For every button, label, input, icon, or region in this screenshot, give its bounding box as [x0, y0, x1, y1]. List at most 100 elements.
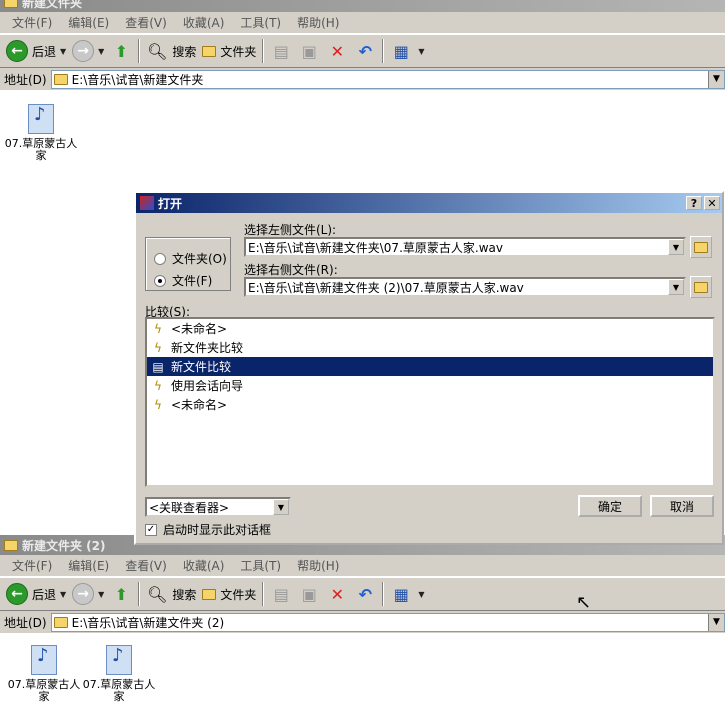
menu-tools[interactable]: 工具(T)	[232, 14, 289, 31]
toolbar: ← 后退 ▼ → ▼ ⬆ 🔍︎ 搜索 文件夹 ▤ ▣ ✕ ↶ ▦ ▼	[0, 34, 725, 68]
forward-button[interactable]: → ▼	[72, 40, 104, 62]
lightning-icon: ϟ	[154, 321, 162, 336]
file-item[interactable]: 07.草原蒙古人家	[3, 104, 79, 162]
back-label: 后退	[32, 587, 57, 602]
menu-view[interactable]: 查看(V)	[117, 557, 175, 574]
dialog-title: 打开	[158, 196, 183, 211]
back-button[interactable]: ← 后退 ▼	[6, 583, 66, 605]
dropdown-caret-icon[interactable]: ▼	[418, 47, 424, 56]
menu-edit[interactable]: 编辑(E)	[60, 14, 117, 31]
dropdown-caret-icon[interactable]: ▼	[98, 47, 104, 56]
list-item-label: <未命名>	[171, 322, 228, 336]
wizard-icon: ϟ	[154, 378, 162, 393]
dropdown-caret-icon[interactable]: ▼	[60, 590, 66, 599]
address-field[interactable]: E:\音乐\试音\新建文件夹 ▼	[50, 69, 725, 89]
folders-button[interactable]: 文件夹	[202, 586, 256, 603]
menu-bar: 文件(F) 编辑(E) 查看(V) 收藏(A) 工具(T) 帮助(H)	[0, 12, 725, 34]
list-item[interactable]: ϟ <未命名>	[147, 395, 713, 414]
chevron-down-icon[interactable]: ▼	[668, 239, 684, 255]
menu-view[interactable]: 查看(V)	[117, 14, 175, 31]
open-dialog: 打开 ? ✕ 文件夹(O) 文件(F) 选择左侧文件(L): E:\音乐\试音\…	[134, 191, 724, 545]
chevron-down-icon[interactable]: ▼	[273, 499, 289, 515]
right-file-combo[interactable]: E:\音乐\试音\新建文件夹 (2)\07.草原蒙古人家.wav ▼	[244, 277, 686, 297]
browse-right-button[interactable]	[690, 276, 712, 298]
views-icon[interactable]: ▦	[390, 583, 412, 605]
search-button[interactable]: 🔍︎ 搜索	[146, 40, 196, 62]
dropdown-caret-icon[interactable]: ▼	[60, 47, 66, 56]
address-bar: 地址(D) E:\音乐\试音\新建文件夹 (2) ▼	[0, 611, 725, 633]
views-icon[interactable]: ▦	[390, 40, 412, 62]
menu-tools[interactable]: 工具(T)	[232, 557, 289, 574]
menu-file[interactable]: 文件(F)	[4, 14, 60, 31]
toolbar-separator	[262, 582, 265, 606]
folders-label: 文件夹	[220, 587, 257, 602]
address-field[interactable]: E:\音乐\试音\新建文件夹 (2) ▼	[50, 612, 725, 632]
toolbar-separator	[138, 39, 141, 63]
search-button[interactable]: 🔍︎ 搜索	[146, 583, 196, 605]
copy-to-icon[interactable]: ▣	[298, 583, 320, 605]
menu-help[interactable]: 帮助(H)	[289, 557, 347, 574]
startup-checkbox-row[interactable]: ✓ 启动时显示此对话框	[145, 521, 271, 538]
address-bar: 地址(D) E:\音乐\试音\新建文件夹 ▼	[0, 68, 725, 90]
radio-folder[interactable]: 文件夹(O)	[154, 250, 227, 267]
radio-button[interactable]	[154, 252, 166, 265]
dropdown-caret-icon[interactable]: ▼	[418, 590, 424, 599]
close-button[interactable]: ✕	[704, 196, 720, 210]
chevron-down-icon[interactable]: ▼	[668, 279, 684, 295]
radio-folder-label: 文件夹(O)	[172, 252, 227, 266]
menu-file[interactable]: 文件(F)	[4, 557, 60, 574]
compare-listbox[interactable]: ϟ <未命名> ϟ 新文件夹比较 ▤ 新文件比较 ϟ 使用会话向导 ϟ <未命名…	[145, 317, 715, 487]
menu-favorites[interactable]: 收藏(A)	[175, 14, 233, 31]
help-button[interactable]: ?	[686, 196, 702, 210]
list-item[interactable]: ϟ <未命名>	[147, 319, 713, 338]
viewer-select[interactable]: <关联查看器> ▼	[145, 497, 291, 517]
toolbar-separator	[138, 582, 141, 606]
list-item-label: 使用会话向导	[171, 379, 244, 393]
back-button[interactable]: ← 后退 ▼	[6, 40, 66, 62]
explorer-window-top: 新建文件夹 文件(F) 编辑(E) 查看(V) 收藏(A) 工具(T) 帮助(H…	[0, 0, 725, 90]
window-title: 新建文件夹 (2)	[22, 538, 106, 553]
undo-icon[interactable]: ↶	[354, 583, 376, 605]
ok-button[interactable]: 确定	[578, 495, 642, 517]
list-item[interactable]: ϟ 使用会话向导	[147, 376, 713, 395]
move-to-icon[interactable]: ▤	[270, 583, 292, 605]
menu-edit[interactable]: 编辑(E)	[60, 557, 117, 574]
menu-help[interactable]: 帮助(H)	[289, 14, 347, 31]
folder-icon	[4, 539, 18, 551]
toolbar: ← 后退 ▼ → ▼ ⬆ 🔍︎ 搜索 文件夹 ▤ ▣ ✕ ↶ ▦ ▼	[0, 577, 725, 611]
folders-button[interactable]: 文件夹	[202, 43, 256, 60]
file-item[interactable]: 07.草原蒙古人家	[6, 645, 82, 703]
window-title: 新建文件夹	[22, 0, 83, 10]
copy-to-icon[interactable]: ▣	[298, 40, 320, 62]
list-item-selected[interactable]: ▤ 新文件比较	[147, 357, 713, 376]
folder-icon	[53, 73, 68, 85]
cancel-button[interactable]: 取消	[650, 495, 714, 517]
dropdown-caret-icon[interactable]: ▼	[98, 590, 104, 599]
delete-icon[interactable]: ✕	[326, 40, 348, 62]
left-file-label: 选择左侧文件(L):	[244, 223, 337, 237]
right-file-value: E:\音乐\试音\新建文件夹 (2)\07.草原蒙古人家.wav	[248, 280, 524, 295]
up-folder-icon[interactable]: ⬆	[110, 583, 132, 605]
explorer-window-bottom: 新建文件夹 (2) 文件(F) 编辑(E) 查看(V) 收藏(A) 工具(T) …	[0, 535, 725, 633]
chevron-down-icon[interactable]: ▼	[708, 70, 724, 88]
file-item[interactable]: 07.草原蒙古人家	[81, 645, 157, 703]
right-file-label: 选择右侧文件(R):	[244, 263, 338, 277]
delete-icon[interactable]: ✕	[326, 583, 348, 605]
forward-button[interactable]: → ▼	[72, 583, 104, 605]
audio-file-icon	[28, 104, 54, 134]
chevron-down-icon[interactable]: ▼	[708, 613, 724, 631]
audio-file-icon	[31, 645, 57, 675]
list-item-label: 新文件夹比较	[171, 341, 244, 355]
list-item[interactable]: ϟ 新文件夹比较	[147, 338, 713, 357]
left-file-combo[interactable]: E:\音乐\试音\新建文件夹\07.草原蒙古人家.wav ▼	[244, 237, 686, 257]
radio-button[interactable]	[154, 274, 166, 287]
menu-favorites[interactable]: 收藏(A)	[175, 557, 233, 574]
move-to-icon[interactable]: ▤	[270, 40, 292, 62]
dialog-title-bar: 打开 ? ✕	[136, 193, 722, 213]
browse-left-button[interactable]	[690, 236, 712, 258]
radio-file[interactable]: 文件(F)	[154, 272, 212, 289]
undo-icon[interactable]: ↶	[354, 40, 376, 62]
search-icon: 🔍︎	[147, 584, 168, 604]
startup-checkbox[interactable]: ✓	[145, 523, 157, 536]
up-folder-icon[interactable]: ⬆	[110, 40, 132, 62]
